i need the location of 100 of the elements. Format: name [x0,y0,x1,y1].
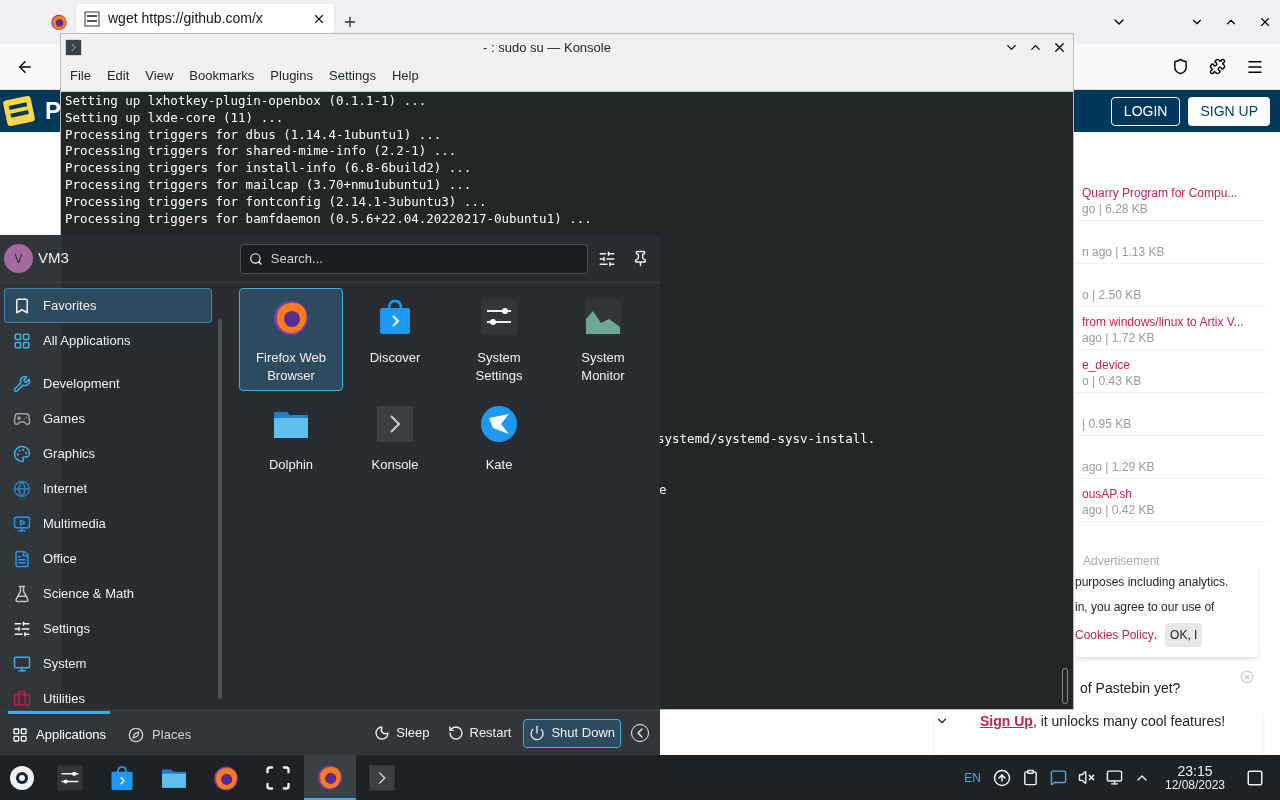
category-item[interactable]: All Applications [4,323,212,358]
language-indicator[interactable]: EN [964,768,981,787]
paste-meta: ago | 1.29 KB [1082,459,1156,475]
clipboard-icon[interactable] [1022,769,1039,786]
category-item[interactable]: Office [4,541,212,576]
login-button[interactable]: LOGIN [1110,96,1181,126]
app-label: System Monitor [580,349,626,385]
terminal-line: systemd/systemd-sysv-install. [657,431,876,448]
close-icon[interactable] [1052,40,1067,55]
tab-title: wget https://github.com/x [108,9,264,28]
app-label: Konsole [370,456,420,474]
menu-tab[interactable]: Places [124,710,196,756]
category-item[interactable]: Favorites [4,288,212,323]
paste-title[interactable]: e_device [1082,357,1268,373]
search-field[interactable]: Search... [239,243,588,274]
new-tab-icon[interactable] [342,14,358,30]
document-icon [13,549,31,568]
terminal-line: Processing triggers for fontconfig (2.14.1-3ubuntu3) ... [65,193,487,211]
sliders-icon [13,619,31,638]
app-tile[interactable]: Firefox Web Browser [239,288,343,391]
category-item[interactable]: Graphics [4,436,212,471]
menu-item[interactable]: Help [385,66,425,86]
signup-link[interactable]: Sign Up [980,713,1033,729]
paste-meta: o | 2.50 KB [1082,287,1143,303]
paste-title[interactable]: from windows/linux to Artix V... [1082,314,1268,330]
sliders-icon[interactable] [597,249,616,268]
power-button[interactable]: Shut Down [523,718,621,748]
app-label: Firefox Web Browser [255,349,327,385]
paste-meta: | 0.95 KB [1082,416,1133,432]
power-icon [529,725,546,741]
terminal-line: Setting up lxhotkey-plugin-openbox (0.1.1-1) ... [65,93,427,110]
monitor-icon [13,654,31,673]
app-tile[interactable]: Kate [447,395,551,498]
power-button[interactable]: Restart [441,718,518,748]
app-tile[interactable]: System Settings [447,288,551,391]
category-item[interactable]: Settings [4,611,212,646]
overview-icon [264,763,292,792]
message-icon[interactable] [1050,769,1067,786]
terminal-icon [368,763,396,792]
terminal-icon [375,404,415,444]
menu-item[interactable]: Edit [100,66,136,86]
category-item[interactable]: Games [4,401,212,436]
app-tile[interactable]: Konsole [343,395,447,498]
paste-item[interactable]: from windows/linux to Artix V... ago | 1.72 KB [1075,307,1268,350]
muted-speaker-icon[interactable] [1078,769,1095,786]
clock[interactable]: 23:15 12/08/2023 [1160,763,1230,792]
palette-icon [13,444,31,463]
menu-item[interactable]: View [139,66,180,86]
bookmark-icon [13,296,31,315]
grid-icon [12,726,28,743]
menu-item[interactable]: Settings [323,66,382,86]
chart-icon [583,297,623,337]
binary-file-icon [84,10,100,27]
show-desktop-icon[interactable] [1246,768,1264,787]
terminal-line: Processing triggers for mailcap (3.70+nmu1ubuntu1) ... [65,177,472,194]
search-input[interactable]: Search... [270,248,579,269]
flask-icon [13,584,31,603]
category-item[interactable]: Science & Math [4,576,212,611]
upload-icon[interactable] [993,768,1011,787]
category-item[interactable]: System [4,646,212,681]
category-item[interactable]: Utilities [4,681,212,710]
menu-item[interactable]: Bookmarks [183,66,261,86]
app-label: Discover [368,349,422,367]
paste-meta: ago | 0.42 KB [1082,502,1156,518]
app-label: System Settings [474,349,524,385]
paste-item[interactable]: Quarry Program for Compu... go | 6.28 KB [1075,178,1268,221]
close-icon[interactable] [1258,15,1272,29]
menu-item[interactable]: Plugins [264,66,319,86]
globe-icon [13,479,31,498]
search-icon [248,251,263,266]
paste-title[interactable]: ousAP.sh [1082,486,1268,502]
category-item[interactable]: Development [4,366,212,401]
user-name: VM3 [38,248,69,269]
paste-item[interactable]: ousAP.sh ago | 0.42 KB [1075,479,1268,522]
ok-button[interactable]: OK, I [1165,623,1203,647]
cookies-policy-link[interactable]: Cookies Policy [1075,626,1154,644]
paste-item[interactable]: e_device o | 0.43 KB [1075,350,1268,393]
app-tile[interactable]: System Monitor [551,288,655,391]
time: 23:15 [1177,763,1213,778]
paste-meta: n ago | 1.13 KB [1082,244,1166,260]
terminal-line: Processing triggers for shared-mime-info (2.2-1) ... [65,143,457,161]
shield-icon[interactable] [1172,58,1189,75]
wrench-icon [13,374,31,393]
category-item[interactable]: Multimedia [4,506,212,541]
terminal-icon [65,39,82,56]
app-label: Dolphin [267,456,315,474]
date: 12/08/2023 [1164,777,1226,792]
app-tile[interactable]: Discover [343,288,447,391]
scrollbar[interactable] [1062,668,1068,704]
paste-title[interactable]: Quarry Program for Compu... [1082,185,1268,201]
browser-tab[interactable]: wget https://github.com/x [76,4,334,33]
power-button[interactable]: Sleep [368,718,436,748]
app-tile[interactable]: Dolphin [239,395,343,498]
signup-button[interactable]: SIGN UP [1188,96,1270,126]
paste-meta: o | 0.43 KB [1082,373,1143,389]
cookie-text: in, you agree to our use of [1075,599,1216,616]
category-item[interactable]: Internet [4,471,212,506]
menu-item[interactable]: File [64,66,97,86]
restart-icon [447,725,464,741]
puzzle-icon[interactable] [1209,58,1226,75]
